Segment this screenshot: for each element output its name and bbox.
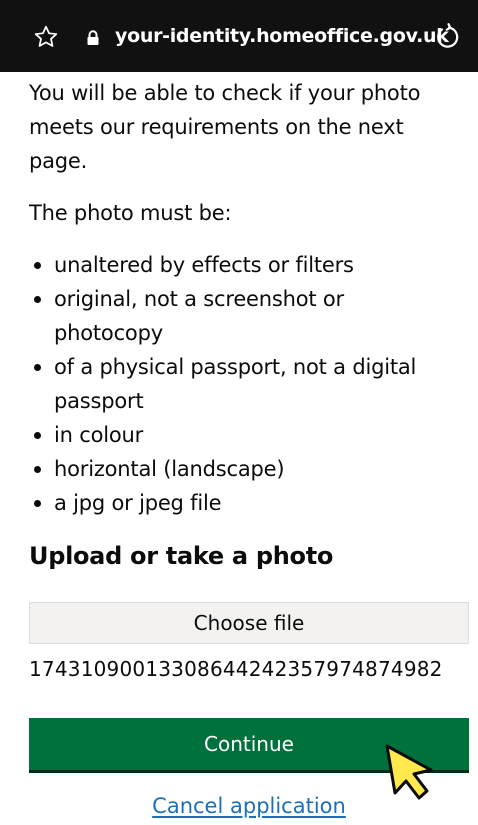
- choose-file-button[interactable]: Choose file: [29, 602, 469, 644]
- list-item: unaltered by effects or filters: [29, 248, 459, 282]
- browser-address-bar: your-identity.homeoffice.gov.uk: [0, 0, 478, 72]
- list-item: of a physical passport, not a digital pa…: [29, 350, 459, 418]
- list-item: horizontal (landscape): [29, 452, 459, 486]
- upload-heading: Upload or take a photo: [29, 542, 334, 570]
- requirements-list: unaltered by effects or filters original…: [29, 248, 459, 520]
- requirements-lead: The photo must be:: [29, 201, 232, 225]
- lock-icon: [87, 30, 99, 45]
- star-outline-icon[interactable]: [33, 24, 59, 50]
- list-item: in colour: [29, 418, 459, 452]
- intro-text: You will be able to check if your photo …: [29, 81, 421, 173]
- selected-file-name: 17431090013308644242357974874982: [29, 657, 443, 681]
- address-url[interactable]: your-identity.homeoffice.gov.uk: [115, 25, 449, 47]
- list-item: a jpg or jpeg file: [29, 486, 459, 520]
- reload-icon[interactable]: [433, 22, 463, 52]
- list-item: original, not a screenshot or photocopy: [29, 282, 459, 350]
- pointer-cursor-icon: [385, 744, 433, 800]
